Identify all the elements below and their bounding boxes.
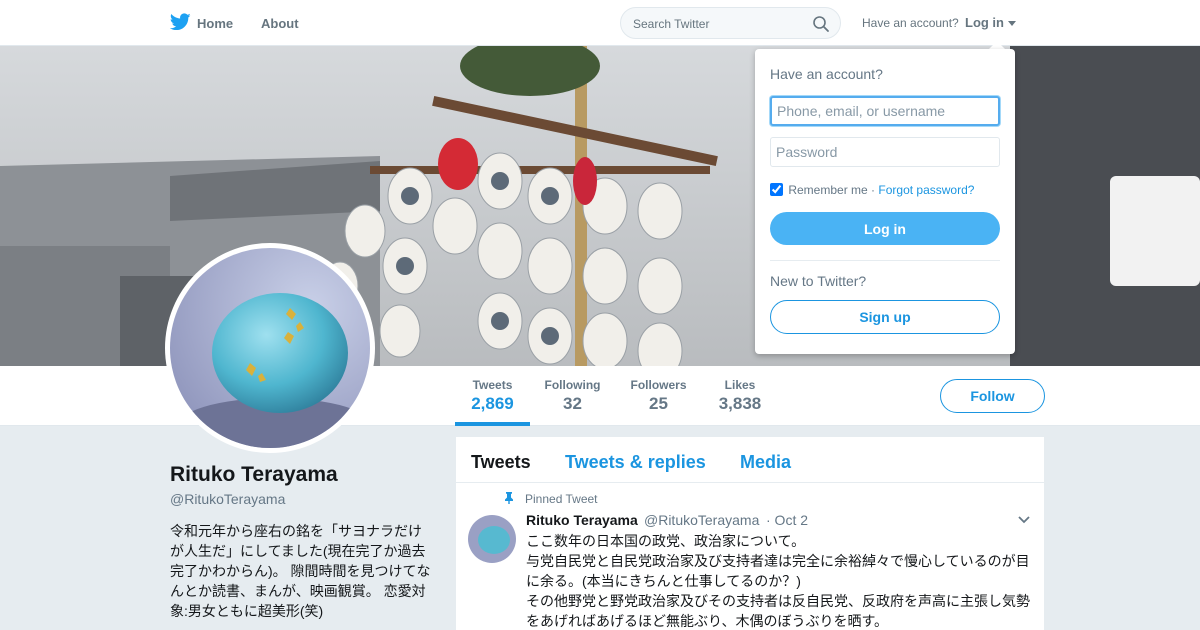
tweet-date[interactable]: · Oct 2	[766, 512, 808, 528]
tweet-line: 与党自民党と自民党政治家及び支持者達は完全に余裕綽々で慢心しているのが目に余る。…	[526, 553, 1030, 589]
nav-about-link[interactable]: About	[261, 16, 299, 31]
login-button[interactable]: Log in	[770, 212, 1000, 245]
login-menu-link[interactable]: Log in	[965, 15, 1004, 30]
tweet-author-name[interactable]: Rituko Terayama	[526, 512, 638, 528]
dropdown-arrow	[989, 41, 1005, 49]
tweet-author-handle[interactable]: @RitukoTerayama	[644, 512, 759, 528]
stat-value: 32	[563, 394, 582, 413]
timeline-tabs: Tweets Tweets & replies Media	[456, 437, 1044, 483]
have-account-text: Have an account?	[862, 16, 959, 30]
stat-followers[interactable]: Followers 25	[629, 378, 688, 414]
tab-tweets-replies[interactable]: Tweets & replies	[565, 452, 706, 473]
tweet-line: ここ数年の日本国の政党、政治家について。	[526, 533, 806, 549]
remember-row: Remember me · Forgot password?	[770, 183, 974, 197]
profile-name[interactable]: Rituko Terayama	[170, 463, 338, 487]
active-stat-indicator	[455, 422, 530, 426]
stat-likes[interactable]: Likes 3,838	[714, 378, 766, 414]
stat-value: 2,869	[471, 394, 514, 413]
top-nav: Home About Search Twitter Have an accoun…	[0, 0, 1200, 46]
search-box[interactable]: Search Twitter	[620, 7, 841, 39]
stat-tweets[interactable]: Tweets 2,869	[470, 378, 515, 414]
timeline: Tweets Tweets & replies Media Pinned Twe…	[456, 437, 1044, 630]
remember-me-checkbox[interactable]	[770, 183, 783, 196]
username-field[interactable]	[770, 96, 1000, 126]
tab-media[interactable]: Media	[740, 452, 791, 473]
dropdown-title: Have an account?	[770, 66, 883, 82]
chevron-down-icon[interactable]	[1008, 21, 1016, 26]
stat-value: 25	[649, 394, 668, 413]
tweet-line: その他野党と野党政治家及びその支持者は反自民党、反政府を声高に主張し気勢をあげれ…	[526, 593, 1030, 629]
stat-label: Tweets	[472, 378, 513, 392]
profile-bio: 令和元年から座右の銘を「サヨナラだけが人生だ」にしてました(現在完了か過去完了か…	[170, 523, 431, 619]
search-icon[interactable]	[812, 15, 830, 33]
remember-me-label[interactable]: Remember me	[788, 183, 867, 197]
new-to-twitter-text: New to Twitter?	[770, 273, 867, 289]
search-input[interactable]: Search Twitter	[633, 17, 709, 31]
stat-value: 3,838	[718, 394, 762, 413]
stat-label: Likes	[724, 378, 756, 392]
twitter-bird-icon[interactable]	[170, 13, 191, 31]
follow-button[interactable]: Follow	[940, 379, 1045, 413]
signup-button[interactable]: Sign up	[770, 300, 1000, 334]
password-field[interactable]	[770, 137, 1000, 167]
nav-home-link[interactable]: Home	[197, 16, 233, 31]
pin-icon	[505, 492, 513, 504]
chevron-down-icon[interactable]	[1018, 515, 1030, 525]
divider	[770, 260, 1000, 261]
stat-following[interactable]: Following 32	[544, 378, 601, 414]
pinned-tweet-label: Pinned Tweet	[525, 492, 598, 506]
stat-label: Followers	[630, 378, 687, 392]
forgot-password-link[interactable]: Forgot password?	[878, 183, 974, 197]
login-dropdown: Have an account? Remember me · Forgot pa…	[755, 49, 1015, 354]
tweet-text: ここ数年の日本国の政党、政治家について。 与党自民党と自民党政治家及び支持者達は…	[526, 531, 1036, 630]
tab-tweets[interactable]: Tweets	[471, 452, 531, 473]
avatar[interactable]	[165, 243, 375, 453]
stat-label: Following	[544, 378, 601, 392]
profile-handle[interactable]: @RitukoTerayama	[170, 491, 285, 507]
tweet-avatar[interactable]	[468, 515, 516, 563]
